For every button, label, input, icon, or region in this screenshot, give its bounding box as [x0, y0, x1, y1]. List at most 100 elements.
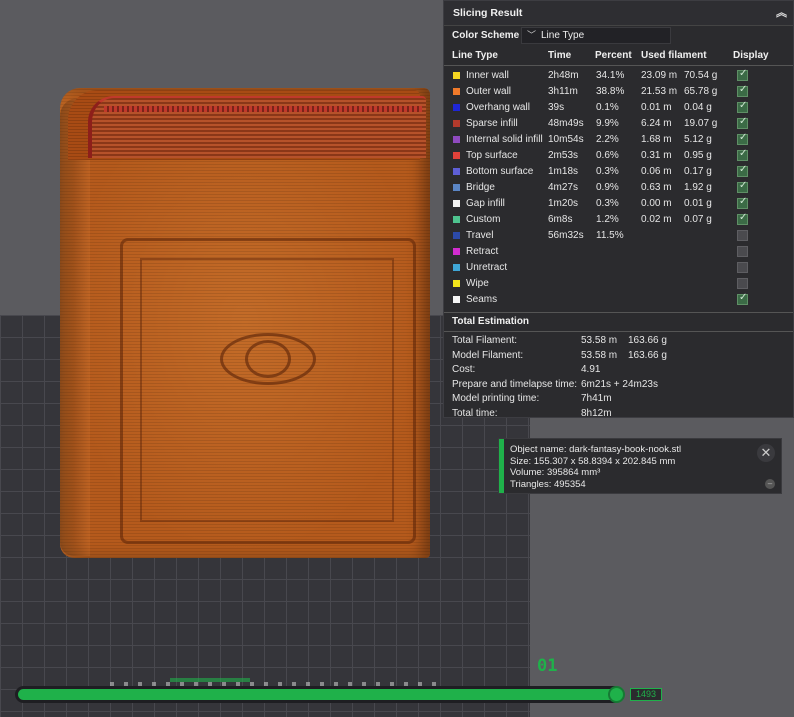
- line-type-row: Gap infill 1m20s 0.3% 0.00 m 0.01 g: [444, 196, 793, 212]
- line-type-percent: 9.9%: [596, 118, 619, 129]
- line-type-percent: 1.2%: [596, 214, 619, 225]
- display-checkbox[interactable]: [737, 148, 748, 161]
- line-type-row: Outer wall 3h11m 38.8% 21.53 m 65.78 g: [444, 84, 793, 100]
- line-type-percent: 38.8%: [596, 86, 625, 97]
- display-checkbox[interactable]: [737, 278, 748, 289]
- color-swatch: [453, 264, 460, 271]
- line-type-grams: 19.07 g: [684, 118, 718, 129]
- layer-slider-value[interactable]: 1493: [630, 688, 662, 701]
- display-checkbox[interactable]: [737, 100, 748, 113]
- line-type-time: 3h11m: [548, 86, 578, 97]
- line-type-name: Internal solid infill: [466, 134, 543, 145]
- line-type-name: Unretract: [466, 262, 508, 273]
- display-checkbox[interactable]: [737, 116, 748, 129]
- estimation-value: 8h12m: [581, 407, 612, 419]
- display-checkbox[interactable]: [737, 68, 748, 81]
- line-type-row: Sparse infill 48m49s 9.9% 6.24 m 19.07 g: [444, 116, 793, 132]
- line-type-percent: 11.5%: [596, 230, 624, 241]
- color-swatch: [453, 104, 460, 111]
- object-info-popup: Object name: dark-fantasy-book-nook.stl …: [498, 438, 782, 494]
- estimation-value-secondary: 163.66 g: [628, 349, 667, 361]
- object-volume: Volume: 395864 mm³: [510, 467, 601, 478]
- estimation-row: Model printing time: 7h41m: [444, 392, 793, 407]
- line-type-grams: 0.01 g: [684, 198, 712, 209]
- estimation-label: Total time:: [452, 407, 498, 419]
- line-type-meters: 21.53 m: [641, 86, 678, 97]
- object-triangles: Triangles: 495354: [510, 478, 586, 490]
- line-type-time: 2h48m: [548, 70, 579, 81]
- line-type-row: Overhang wall 39s 0.1% 0.01 m 0.04 g: [444, 100, 793, 116]
- line-type-percent: 0.6%: [596, 150, 619, 161]
- line-type-meters: 23.09 m: [641, 70, 678, 81]
- estimation-row: Prepare and timelapse time: 6m21s + 24m23…: [444, 378, 793, 393]
- color-swatch: [453, 280, 460, 287]
- line-type-row: Internal solid infill 10m54s 2.2% 1.68 m 5.1…: [444, 132, 793, 148]
- header-used-filament: Used filament: [641, 50, 707, 61]
- color-swatch: [453, 184, 460, 191]
- display-checkbox[interactable]: [737, 212, 748, 225]
- display-checkbox[interactable]: [737, 196, 748, 209]
- display-checkbox[interactable]: [737, 180, 748, 193]
- model-spine: [60, 98, 90, 556]
- collapse-icon[interactable]: ︽: [776, 1, 787, 25]
- display-checkbox[interactable]: [737, 246, 748, 257]
- color-scheme-value: Line Type: [541, 30, 585, 41]
- line-type-row: Unretract: [444, 260, 793, 276]
- line-type-time: 48m49s: [548, 118, 584, 129]
- line-type-row: Travel 56m32s 11.5%: [444, 228, 793, 244]
- estimation-value-secondary: 163.66 g: [628, 335, 667, 346]
- display-checkbox[interactable]: [737, 132, 748, 145]
- line-type-table-header: Line Type Time Percent Used filament Dis…: [444, 46, 793, 66]
- model-cover-inner-frame: [140, 258, 394, 522]
- line-type-percent: 2.2%: [596, 134, 619, 145]
- model-cover-eye-inner: [245, 340, 291, 378]
- estimation-label: Model printing time:: [452, 393, 540, 404]
- display-checkbox[interactable]: [737, 84, 748, 97]
- estimation-row: Total time: 8h12m: [444, 407, 793, 422]
- line-type-table: Inner wall 2h48m 34.1% 23.09 m 70.54 g Outer …: [444, 66, 793, 308]
- line-type-time: 10m54s: [548, 134, 584, 145]
- model-top-surface-line: [104, 106, 422, 112]
- header-line-type: Line Type: [452, 50, 498, 61]
- header-percent: Percent: [595, 50, 632, 61]
- sliced-model-preview[interactable]: [60, 88, 430, 558]
- slicing-result-panel: Slicing Result ︽ Color Scheme ﹀ Line Typ…: [443, 0, 794, 419]
- display-checkbox[interactable]: [737, 230, 748, 241]
- line-type-time: 1m18s: [548, 166, 579, 177]
- estimation-value: 7h41m: [581, 393, 612, 404]
- minimize-icon[interactable]: –: [765, 479, 775, 489]
- close-icon[interactable]: ✕: [757, 444, 775, 462]
- line-type-percent: 0.3%: [596, 198, 619, 209]
- line-type-name: Wipe: [466, 278, 489, 289]
- line-type-row: Retract: [444, 244, 793, 260]
- line-type-percent: 0.3%: [596, 166, 619, 177]
- line-type-row: Wipe: [444, 276, 793, 292]
- estimation-label: Cost:: [452, 364, 476, 375]
- object-name: Object name: dark-fantasy-book-nook.stl: [510, 444, 682, 455]
- color-swatch: [453, 216, 460, 223]
- line-type-name: Bridge: [466, 182, 495, 193]
- display-checkbox[interactable]: [737, 262, 748, 273]
- estimation-value: 53.58 m: [581, 349, 618, 361]
- display-checkbox[interactable]: [737, 164, 748, 177]
- line-type-name: Top surface: [466, 150, 518, 161]
- estimation-label: Total Filament:: [452, 335, 518, 346]
- line-type-meters: 0.01 m: [641, 102, 672, 113]
- layer-slider-handle[interactable]: [608, 686, 625, 703]
- color-swatch: [453, 296, 460, 303]
- line-type-meters: 0.31 m: [641, 150, 672, 161]
- line-type-time: 1m20s: [548, 198, 579, 209]
- display-checkbox[interactable]: [737, 292, 748, 305]
- line-type-grams: 70.54 g: [684, 70, 718, 81]
- line-type-grams: 0.17 g: [684, 166, 712, 177]
- color-swatch: [453, 72, 460, 79]
- estimation-row: Cost: 4.91: [444, 363, 793, 378]
- line-type-name: Inner wall: [466, 70, 509, 81]
- color-scheme-select[interactable]: ﹀ Line Type: [521, 27, 671, 44]
- layer-slider-fill: [18, 689, 618, 700]
- line-type-meters: 6.24 m: [641, 118, 672, 129]
- estimation-value: 53.58 m: [581, 335, 618, 346]
- header-time: Time: [548, 50, 572, 61]
- line-type-name: Bottom surface: [466, 166, 534, 177]
- line-type-time: 4m27s: [548, 182, 579, 193]
